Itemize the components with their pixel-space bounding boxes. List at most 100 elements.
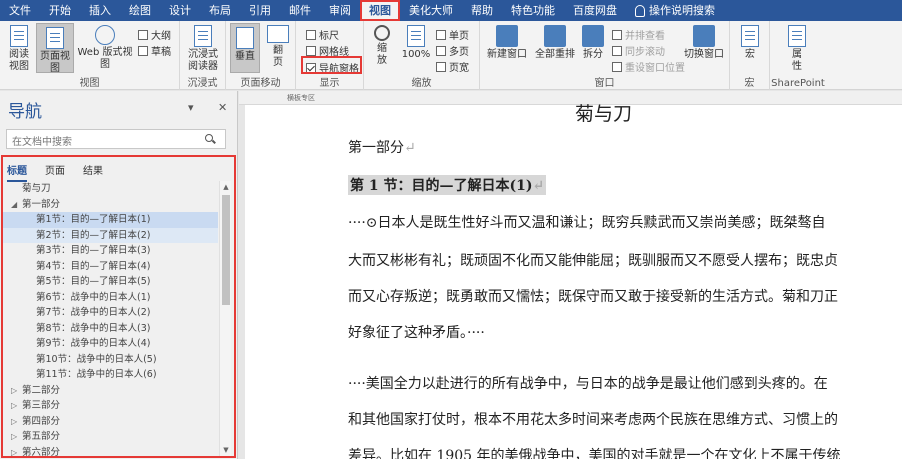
nav-heading-label: 第1节：目的—了解日本(1) xyxy=(36,214,151,225)
scroll-thumb[interactable] xyxy=(222,195,230,305)
nav-heading-item[interactable]: 第1节：目的—了解日本(1) xyxy=(3,212,218,228)
collapsed-arrow-icon[interactable]: ▷ xyxy=(11,429,17,445)
side-to-side-button[interactable]: 翻 页 xyxy=(264,25,292,71)
doc-body-line: 而又心存叛逆；既勇敢而又懦怯；既保守而又敢于接受新的生活方式。菊和刀正 xyxy=(348,289,838,305)
nav-tab[interactable]: 标题 xyxy=(7,162,27,182)
nav-heading-item[interactable]: 第6节：战争中的日本人(1) xyxy=(3,290,218,306)
nav-tab[interactable]: 页面 xyxy=(45,162,65,182)
menu-item[interactable]: 引用 xyxy=(240,0,280,21)
page-width-icon xyxy=(436,61,446,72)
nav-heading-label: 第5节：目的—了解日本(5) xyxy=(36,276,151,287)
tell-me-search[interactable]: 操作说明搜索 xyxy=(626,0,724,21)
menu-item[interactable]: 特色功能 xyxy=(502,0,564,21)
menu-item[interactable]: 美化大师 xyxy=(400,0,462,21)
arrange-all-button[interactable]: 全部重排 xyxy=(532,25,578,71)
reset-window-position-button[interactable]: 重设窗口位置 xyxy=(612,59,685,74)
web-view-button[interactable]: Web 版式视图 xyxy=(77,25,133,71)
menu-item[interactable]: 审阅 xyxy=(320,0,360,21)
outline-icon xyxy=(138,29,148,40)
nav-close-icon[interactable]: ✕ xyxy=(218,101,227,114)
nav-search-input[interactable]: 在文档中搜索 xyxy=(6,129,226,149)
nav-heading-item[interactable]: ◢ 第一部分 xyxy=(3,197,218,213)
nav-heading-item[interactable]: ▷ 第三部分 xyxy=(3,398,218,414)
nav-scrollbar[interactable]: ▲ ▼ xyxy=(219,181,231,456)
arrange-all-icon xyxy=(544,25,566,47)
views-group: 阅读 视图 页面视图 Web 版式视图 大纲 草稿 视图 xyxy=(0,21,180,90)
gridlines-check-icon xyxy=(306,45,316,56)
new-window-button[interactable]: 新建窗口 xyxy=(484,25,530,71)
menu-item[interactable]: 开始 xyxy=(40,0,80,21)
nav-heading-item[interactable]: 第9节：战争中的日本人(4) xyxy=(3,336,218,352)
doc-section-text: 第一部分 xyxy=(348,140,404,156)
vertical-button[interactable]: 垂直 xyxy=(230,23,260,73)
scroll-down-icon[interactable]: ▼ xyxy=(220,444,232,456)
collapsed-arrow-icon[interactable]: ▷ xyxy=(11,383,17,399)
immersive-reader-button[interactable]: 沉浸式 阅读器 xyxy=(184,25,222,72)
doc-body-line: ····美国全力以赴进行的所有战争中，与日本的战争是最让他们感到头疼的。在 xyxy=(348,376,828,392)
sync-scroll-button[interactable]: 同步滚动 xyxy=(612,43,665,58)
side-by-side-button[interactable]: 并排查看 xyxy=(612,27,665,42)
nav-heading-item[interactable]: ▷ 第二部分 xyxy=(3,383,218,399)
reset-window-position-label: 重设窗口位置 xyxy=(625,63,685,74)
one-page-button[interactable]: 单页 xyxy=(436,27,469,42)
nav-heading-item[interactable]: 菊与刀 xyxy=(3,181,218,197)
draft-button[interactable]: 草稿 xyxy=(138,43,171,58)
ruler-checkbox[interactable]: 标尺 xyxy=(306,27,339,42)
search-icon[interactable] xyxy=(205,134,213,142)
menu-item[interactable]: 绘图 xyxy=(120,0,160,21)
page-view-label: 页面视图 xyxy=(40,51,70,74)
switch-window-icon xyxy=(693,25,715,47)
collapsed-arrow-icon[interactable]: ▷ xyxy=(11,414,17,430)
nav-heading-item[interactable]: ▷ 第六部分 xyxy=(3,445,218,457)
zoom-100-label: 100% xyxy=(401,49,431,60)
nav-options-icon[interactable]: ▾ xyxy=(188,101,194,114)
nav-heading-item[interactable]: 第3节：目的—了解日本(3) xyxy=(3,243,218,259)
sync-scroll-icon xyxy=(612,45,622,56)
nav-search-placeholder: 在文档中搜索 xyxy=(12,137,72,148)
nav-heading-label: 第9节：战争中的日本人(4) xyxy=(36,338,151,349)
menu-item[interactable]: 视图 xyxy=(360,0,400,21)
menu-item[interactable]: 帮助 xyxy=(462,0,502,21)
outline-button[interactable]: 大纲 xyxy=(138,27,171,42)
show-group: 标尺 网格线 导航窗格 显示 xyxy=(296,21,364,90)
menu-item[interactable]: 设计 xyxy=(160,0,200,21)
collapsed-arrow-icon[interactable]: ▷ xyxy=(11,445,17,457)
menu-item[interactable]: 插入 xyxy=(80,0,120,21)
page-width-button[interactable]: 页宽 xyxy=(436,59,469,74)
expanded-arrow-icon[interactable]: ◢ xyxy=(11,197,17,213)
zoom-100-button[interactable]: 100% xyxy=(400,25,432,71)
multi-page-label: 多页 xyxy=(449,47,469,58)
nav-heading-label: 第2节：目的—了解日本(2) xyxy=(36,229,151,241)
nav-heading-item[interactable]: 第4节：目的—了解日本(4) xyxy=(3,259,218,275)
nav-heading-item[interactable]: 第11节：战争中的日本人(6) xyxy=(3,367,218,383)
nav-heading-item[interactable]: ▷ 第五部分 xyxy=(3,429,218,445)
book-icon xyxy=(10,25,28,47)
side-label: 翻 页 xyxy=(273,45,283,68)
document-page[interactable]: 菊与刀 第一部分↵ 第 1 节：目的—了解日本(1)↵ ····⊙日本人是既生性… xyxy=(245,103,902,459)
nav-heading-item[interactable]: 第8节：战争中的日本人(3) xyxy=(3,321,218,337)
nav-heading-item[interactable]: 第5节：目的—了解日本(5) xyxy=(3,274,218,290)
nav-heading-item[interactable]: 第2节：目的—了解日本(2) xyxy=(3,227,218,243)
properties-button[interactable]: 属 性 xyxy=(782,25,812,72)
page-view-button[interactable]: 页面视图 xyxy=(36,23,74,74)
macros-label: 宏 xyxy=(745,49,755,60)
tell-me-label: 操作说明搜索 xyxy=(649,4,715,17)
menu-item[interactable]: 邮件 xyxy=(280,0,320,21)
sharepoint-group-label: SharePoint xyxy=(771,78,825,89)
nav-heading-item[interactable]: ▷ 第四部分 xyxy=(3,414,218,430)
menu-item[interactable]: 百度网盘 xyxy=(564,0,626,21)
nav-tab[interactable]: 结果 xyxy=(83,162,103,182)
split-button[interactable]: 拆分 xyxy=(580,25,606,71)
nav-heading-item[interactable]: 第7节：战争中的日本人(2) xyxy=(3,305,218,321)
zoom-button[interactable]: 缩 放 xyxy=(368,25,396,71)
menu-item[interactable]: 文件 xyxy=(0,0,40,21)
macros-button[interactable]: 宏 xyxy=(736,25,764,71)
nav-heading-item[interactable]: 第10节：战争中的日本人(5) xyxy=(3,352,218,368)
scroll-up-icon[interactable]: ▲ xyxy=(220,181,232,193)
web-view-label: Web 版式视图 xyxy=(77,47,133,70)
switch-window-button[interactable]: 切换窗口 xyxy=(682,25,726,71)
read-mode-button[interactable]: 阅读 视图 xyxy=(4,25,34,72)
collapsed-arrow-icon[interactable]: ▷ xyxy=(11,398,17,414)
menu-item[interactable]: 布局 xyxy=(200,0,240,21)
multi-page-button[interactable]: 多页 xyxy=(436,43,469,58)
